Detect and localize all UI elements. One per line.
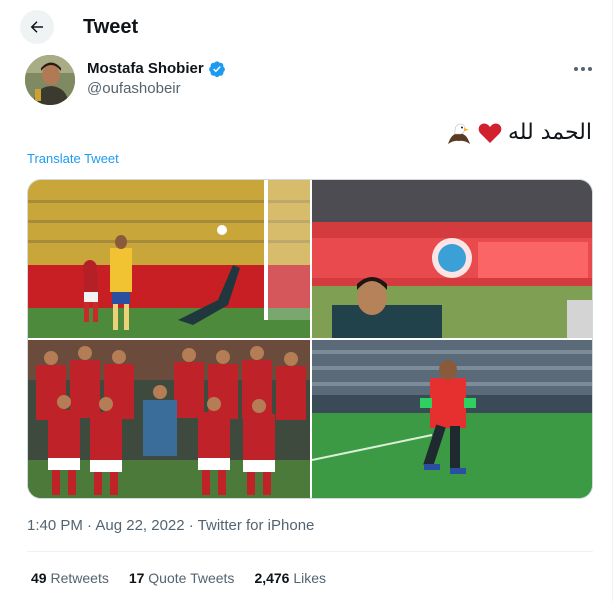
- likes-stat[interactable]: 2,476 Likes: [254, 570, 326, 587]
- goalkeeper-warmup-photo[interactable]: [312, 340, 592, 498]
- eagle-icon: [447, 123, 470, 144]
- quote-tweets-stat[interactable]: 17 Quote Tweets: [129, 570, 235, 587]
- arrow-left-icon: [30, 21, 43, 33]
- retweets-count: 49: [31, 570, 47, 586]
- tweet-media-grid: [27, 179, 593, 499]
- dot-icon: [588, 67, 592, 71]
- quotes-label: Quote Tweets: [148, 570, 235, 586]
- retweets-label: Retweets: [50, 570, 109, 586]
- avatar[interactable]: [25, 55, 75, 105]
- more-options-button[interactable]: [566, 58, 600, 80]
- author-name[interactable]: Mostafa Shobier: [87, 59, 204, 78]
- divider: [27, 551, 593, 552]
- author-handle[interactable]: @oufashobeir: [87, 79, 181, 98]
- retweets-stat[interactable]: 49 Retweets: [31, 570, 109, 587]
- team-lineup-photo[interactable]: [28, 340, 310, 498]
- tweet-stats: 49 Retweets 17 Quote Tweets 2,476 Likes: [31, 570, 346, 587]
- quotes-count: 17: [128, 570, 145, 586]
- goalkeeper-closeup-photo[interactable]: [312, 180, 592, 338]
- tweet-text-content: الحمد لله: [507, 120, 592, 145]
- tweet-header: Tweet: [0, 0, 612, 53]
- author-name-row[interactable]: Mostafa Shobier: [87, 59, 226, 78]
- dot-icon: [574, 67, 578, 71]
- verified-badge-icon: [208, 60, 225, 77]
- dot-icon: [581, 67, 585, 71]
- translate-tweet-link[interactable]: Translate Tweet: [27, 151, 119, 167]
- back-button[interactable]: [20, 10, 54, 44]
- likes-label: Likes: [293, 570, 327, 586]
- stadium-save-photo[interactable]: [28, 180, 310, 338]
- likes-count: 2,476: [254, 570, 290, 586]
- tweet-text: الحمد لله: [446, 118, 592, 148]
- red-heart-icon: [478, 123, 502, 143]
- tweet-timestamp[interactable]: 1:40 PM · Aug 22, 2022 · Twitter for iPh…: [27, 516, 314, 535]
- page-title: Tweet: [83, 16, 139, 38]
